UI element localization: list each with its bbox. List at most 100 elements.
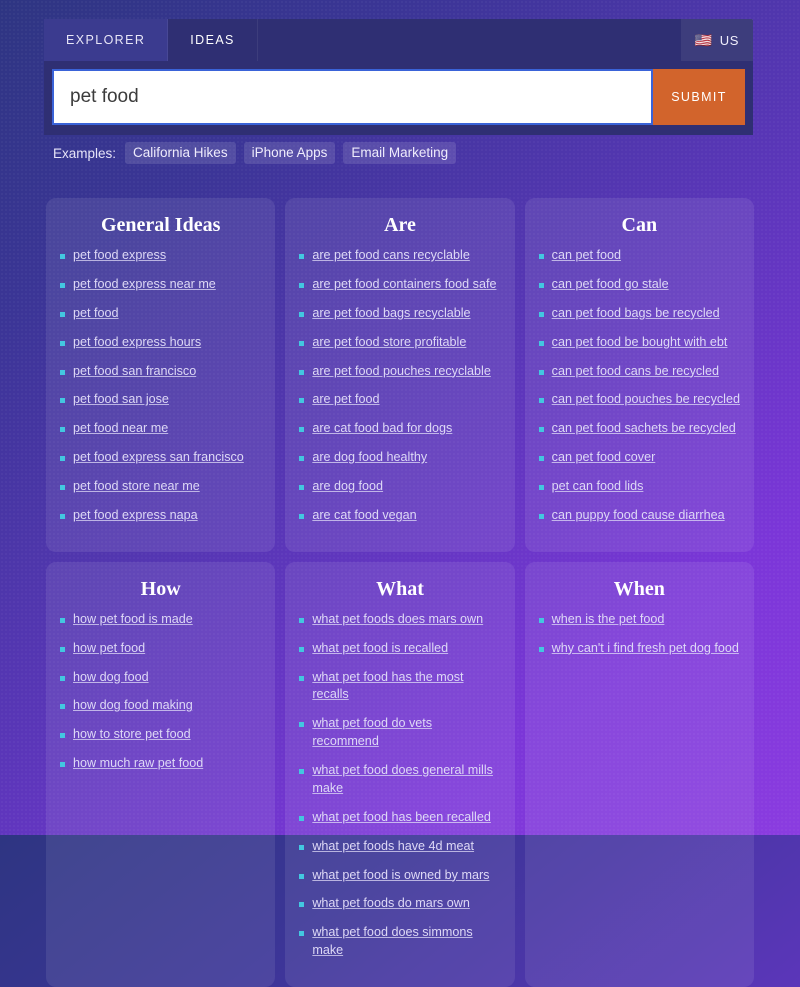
suggestion-link[interactable]: are dog food — [312, 478, 383, 496]
list-item[interactable]: are pet food containers food safe — [299, 276, 500, 294]
list-item[interactable]: what pet foods have 4d meat — [299, 838, 500, 856]
list-item[interactable]: how pet food — [60, 640, 261, 658]
suggestion-link[interactable]: how pet food is made — [73, 611, 193, 629]
list-item[interactable]: are cat food bad for dogs — [299, 420, 500, 438]
suggestion-link[interactable]: how to store pet food — [73, 726, 191, 744]
suggestion-link[interactable]: can pet food bags be recycled — [552, 305, 720, 323]
suggestion-link[interactable]: what pet food is owned by mars — [312, 867, 489, 885]
suggestion-link[interactable]: what pet foods does mars own — [312, 611, 483, 629]
list-item[interactable]: what pet food is owned by mars — [299, 867, 500, 885]
list-item[interactable]: can pet food cover — [538, 449, 740, 467]
list-item[interactable]: pet food — [60, 305, 261, 323]
suggestion-link[interactable]: what pet foods do mars own — [312, 895, 470, 913]
list-item[interactable]: pet food express san francisco — [60, 449, 261, 467]
suggestion-link[interactable]: can pet food go stale — [552, 276, 669, 294]
suggestion-link[interactable]: are dog food healthy — [312, 449, 427, 467]
list-item[interactable]: can pet food bags be recycled — [538, 305, 740, 323]
list-item[interactable]: are dog food — [299, 478, 500, 496]
suggestion-link[interactable]: pet food express near me — [73, 276, 216, 294]
suggestion-link[interactable]: what pet food does general mills make — [312, 762, 500, 798]
list-item[interactable]: why can't i find fresh pet dog food — [538, 640, 740, 658]
list-item[interactable]: pet food express near me — [60, 276, 261, 294]
list-item[interactable]: how pet food is made — [60, 611, 261, 629]
suggestion-link[interactable]: how dog food — [73, 669, 149, 687]
list-item[interactable]: are cat food vegan — [299, 507, 500, 525]
suggestion-link[interactable]: pet food express napa — [73, 507, 198, 525]
list-item[interactable]: pet food near me — [60, 420, 261, 438]
suggestion-link[interactable]: pet can food lids — [552, 478, 644, 496]
example-chip-iphone-apps[interactable]: iPhone Apps — [243, 142, 336, 164]
suggestion-link[interactable]: are pet food pouches recyclable — [312, 363, 491, 381]
suggestion-link[interactable]: are pet food cans recyclable — [312, 247, 470, 265]
list-item[interactable]: what pet food do vets recommend — [299, 715, 500, 751]
suggestion-link[interactable]: pet food san francisco — [73, 363, 196, 381]
list-item[interactable]: can pet food be bought with ebt — [538, 334, 740, 352]
list-item[interactable]: how dog food — [60, 669, 261, 687]
tab-ideas[interactable]: IDEAS — [168, 19, 258, 61]
list-item[interactable]: how to store pet food — [60, 726, 261, 744]
list-item[interactable]: how much raw pet food — [60, 755, 261, 773]
list-item[interactable]: pet food store near me — [60, 478, 261, 496]
list-item[interactable]: can pet food sachets be recycled — [538, 420, 740, 438]
list-item[interactable]: pet food express napa — [60, 507, 261, 525]
suggestion-link[interactable]: pet food express — [73, 247, 166, 265]
suggestion-link[interactable]: can pet food cans be recycled — [552, 363, 719, 381]
suggestion-link[interactable]: can pet food be bought with ebt — [552, 334, 728, 352]
list-item[interactable]: pet food express hours — [60, 334, 261, 352]
example-chip-california-hikes[interactable]: California Hikes — [125, 142, 236, 164]
suggestion-link[interactable]: pet food store near me — [73, 478, 200, 496]
list-item[interactable]: are pet food — [299, 391, 500, 409]
list-item[interactable]: pet food san jose — [60, 391, 261, 409]
list-item[interactable]: when is the pet food — [538, 611, 740, 629]
list-item[interactable]: what pet food does simmons make — [299, 924, 500, 960]
suggestion-link[interactable]: what pet food has been recalled — [312, 809, 491, 827]
list-item[interactable]: pet can food lids — [538, 478, 740, 496]
suggestion-link[interactable]: pet food — [73, 305, 119, 323]
suggestion-link[interactable]: can pet food — [552, 247, 621, 265]
submit-button[interactable]: SUBMIT — [653, 69, 745, 125]
suggestion-link[interactable]: why can't i find fresh pet dog food — [552, 640, 739, 658]
suggestion-link[interactable]: are pet food — [312, 391, 379, 409]
suggestion-link[interactable]: how much raw pet food — [73, 755, 203, 773]
list-item[interactable]: are pet food pouches recyclable — [299, 363, 500, 381]
list-item[interactable]: are pet food store profitable — [299, 334, 500, 352]
suggestion-link[interactable]: are cat food bad for dogs — [312, 420, 452, 438]
suggestion-link[interactable]: can pet food pouches be recycled — [552, 391, 740, 409]
list-item[interactable]: can pet food — [538, 247, 740, 265]
suggestion-link[interactable]: how dog food making — [73, 697, 193, 715]
suggestion-link[interactable]: are pet food containers food safe — [312, 276, 496, 294]
suggestion-link[interactable]: what pet food has the most recalls — [312, 669, 500, 705]
suggestion-link[interactable]: what pet food does simmons make — [312, 924, 500, 960]
suggestion-link[interactable]: pet food express san francisco — [73, 449, 244, 467]
suggestion-link[interactable]: can pet food cover — [552, 449, 656, 467]
search-input[interactable] — [52, 69, 653, 125]
list-item[interactable]: pet food express — [60, 247, 261, 265]
suggestion-link[interactable]: pet food express hours — [73, 334, 201, 352]
suggestion-link[interactable]: can pet food sachets be recycled — [552, 420, 736, 438]
example-chip-email-marketing[interactable]: Email Marketing — [343, 142, 457, 164]
suggestion-link[interactable]: are pet food store profitable — [312, 334, 466, 352]
suggestion-link[interactable]: are pet food bags recyclable — [312, 305, 470, 323]
list-item[interactable]: pet food san francisco — [60, 363, 261, 381]
suggestion-link[interactable]: can puppy food cause diarrhea — [552, 507, 725, 525]
suggestion-link[interactable]: pet food near me — [73, 420, 168, 438]
suggestion-link[interactable]: what pet food is recalled — [312, 640, 448, 658]
list-item[interactable]: what pet food has been recalled — [299, 809, 500, 827]
list-item[interactable]: are pet food cans recyclable — [299, 247, 500, 265]
list-item[interactable]: what pet food has the most recalls — [299, 669, 500, 705]
list-item[interactable]: can pet food cans be recycled — [538, 363, 740, 381]
suggestion-link[interactable]: pet food san jose — [73, 391, 169, 409]
list-item[interactable]: what pet food does general mills make — [299, 762, 500, 798]
locale-selector[interactable]: 🇺🇸 US — [680, 19, 753, 61]
suggestion-link[interactable]: what pet foods have 4d meat — [312, 838, 474, 856]
suggestion-link[interactable]: what pet food do vets recommend — [312, 715, 500, 751]
suggestion-link[interactable]: when is the pet food — [552, 611, 665, 629]
list-item[interactable]: are dog food healthy — [299, 449, 500, 467]
suggestion-link[interactable]: are cat food vegan — [312, 507, 416, 525]
list-item[interactable]: how dog food making — [60, 697, 261, 715]
list-item[interactable]: what pet food is recalled — [299, 640, 500, 658]
list-item[interactable]: can puppy food cause diarrhea — [538, 507, 740, 525]
list-item[interactable]: what pet foods do mars own — [299, 895, 500, 913]
list-item[interactable]: what pet foods does mars own — [299, 611, 500, 629]
list-item[interactable]: can pet food pouches be recycled — [538, 391, 740, 409]
